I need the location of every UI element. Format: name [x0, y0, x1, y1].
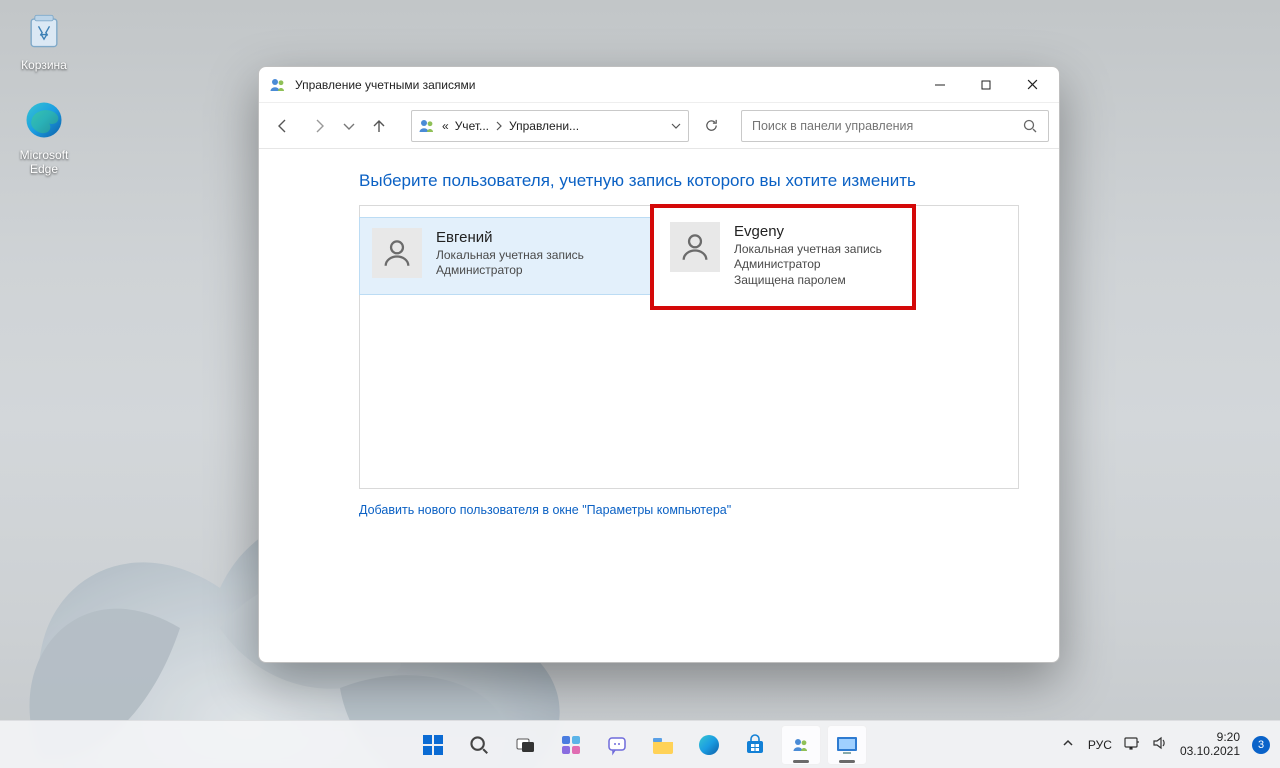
avatar-icon: [372, 228, 422, 278]
back-button[interactable]: [269, 112, 297, 140]
desktop-icon-label: Edge: [6, 162, 82, 176]
content-area: Выберите пользователя, учетную запись ко…: [259, 149, 1059, 662]
user-sub: Защищена паролем: [734, 273, 882, 289]
breadcrumb-seg[interactable]: Управлени...: [509, 119, 579, 133]
maximize-button[interactable]: [963, 69, 1009, 101]
minimize-button[interactable]: [917, 69, 963, 101]
desktop-icon-recycle-bin[interactable]: Корзина: [6, 6, 82, 72]
add-new-user-link[interactable]: Добавить нового пользователя в окне "Пар…: [359, 503, 731, 517]
toolbar: « Учет... Управлени...: [259, 103, 1059, 149]
user-sub: Администратор: [734, 257, 882, 273]
explorer-button[interactable]: [643, 725, 683, 765]
task-view-button[interactable]: [505, 725, 545, 765]
user-sub: Администратор: [436, 263, 584, 279]
widgets-button[interactable]: [551, 725, 591, 765]
desktop-icon-label: Корзина: [6, 58, 82, 72]
user-card-evgenij[interactable]: Евгений Локальная учетная запись Админис…: [360, 218, 650, 294]
user-sub: Локальная учетная запись: [734, 242, 882, 258]
breadcrumb-prefix: «: [442, 119, 449, 133]
desktop: Корзина Microsoft Edge: [0, 0, 1280, 768]
store-button[interactable]: [735, 725, 775, 765]
taskbar: РУС 9:20 03.10.2021 3: [0, 720, 1280, 768]
user-name: Evgeny: [734, 222, 882, 242]
user-accounts-icon: [418, 117, 436, 135]
taskbar-search[interactable]: [459, 725, 499, 765]
user-sub: Локальная учетная запись: [436, 248, 584, 264]
language-indicator[interactable]: РУС: [1088, 738, 1112, 752]
user-list: Евгений Локальная учетная запись Админис…: [359, 205, 1019, 489]
taskbar-center: [413, 725, 867, 765]
titlebar[interactable]: Управление учетными записями: [259, 67, 1059, 103]
taskbar-app-netplwiz[interactable]: [781, 725, 821, 765]
notifications-badge[interactable]: 3: [1252, 736, 1270, 754]
avatar-icon: [670, 222, 720, 272]
user-name: Евгений: [436, 228, 584, 248]
edge-icon: [20, 96, 68, 144]
address-bar[interactable]: « Учет... Управлени...: [411, 110, 689, 142]
time: 9:20: [1180, 731, 1240, 745]
window-title: Управление учетными записями: [295, 78, 475, 92]
chevron-right-icon: [495, 121, 503, 131]
search-icon: [1022, 118, 1038, 134]
address-dropdown[interactable]: [670, 120, 682, 132]
breadcrumb-seg[interactable]: Учет...: [455, 119, 489, 133]
user-card-evgeny[interactable]: Evgeny Локальная учетная запись Админист…: [658, 212, 908, 302]
user-accounts-icon: [269, 76, 287, 94]
recycle-bin-icon: [20, 6, 68, 54]
network-icon[interactable]: [1124, 735, 1140, 754]
start-button[interactable]: [413, 725, 453, 765]
control-panel-window: Управление учетными записями: [258, 66, 1060, 663]
desktop-icon-edge[interactable]: Microsoft Edge: [6, 96, 82, 176]
taskbar-tray: РУС 9:20 03.10.2021 3: [1060, 731, 1270, 759]
forward-button[interactable]: [305, 112, 333, 140]
recent-dropdown[interactable]: [341, 112, 357, 140]
date: 03.10.2021: [1180, 745, 1240, 759]
highlight-annotation: Evgeny Локальная учетная запись Админист…: [650, 204, 916, 310]
volume-icon[interactable]: [1152, 735, 1168, 754]
up-button[interactable]: [365, 112, 393, 140]
search-box[interactable]: [741, 110, 1049, 142]
clock[interactable]: 9:20 03.10.2021: [1180, 731, 1240, 759]
chat-button[interactable]: [597, 725, 637, 765]
edge-button[interactable]: [689, 725, 729, 765]
close-button[interactable]: [1009, 69, 1055, 101]
taskbar-app-control-panel[interactable]: [827, 725, 867, 765]
refresh-button[interactable]: [697, 112, 725, 140]
tray-overflow[interactable]: [1060, 735, 1076, 754]
search-input[interactable]: [752, 119, 1022, 133]
page-heading: Выберите пользователя, учетную запись ко…: [359, 171, 1019, 191]
desktop-icon-label: Microsoft: [6, 148, 82, 162]
